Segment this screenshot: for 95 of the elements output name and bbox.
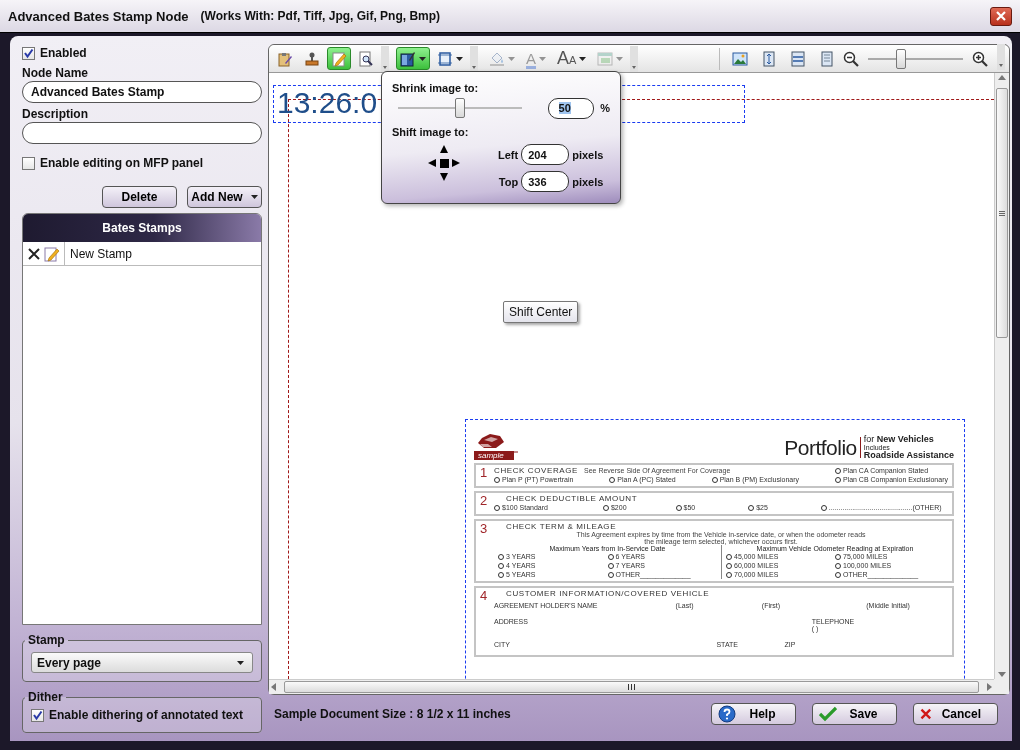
- toolbar-grip-icon[interactable]: [381, 45, 389, 72]
- offset-field[interactable]: 336: [521, 171, 570, 192]
- clipboard-icon: [277, 50, 293, 67]
- popup-label: Shift image to:: [392, 126, 470, 138]
- fit-page-icon[interactable]: [761, 50, 777, 67]
- caret-icon: [237, 660, 244, 665]
- group-legend: Stamp: [25, 633, 68, 647]
- slider-thumb[interactable]: [896, 48, 907, 69]
- slider-thumb[interactable]: [454, 98, 465, 118]
- arrow-left-icon[interactable]: [427, 158, 437, 168]
- node-name-field[interactable]: Advanced Bates Stamp: [22, 81, 262, 103]
- field-label: Top: [498, 175, 519, 188]
- scroll-right-icon[interactable]: [987, 683, 992, 691]
- arrow-down-icon[interactable]: [439, 172, 449, 182]
- field-label: Description: [22, 107, 89, 121]
- page-icon[interactable]: [819, 50, 835, 67]
- logo-text: sample: [474, 451, 514, 460]
- section-number: 1: [480, 466, 489, 482]
- checkbox[interactable]: [31, 708, 44, 722]
- window-subtitle: (Works With: Pdf, Tiff, Jpg, Gif, Png, Bmp): [200, 9, 441, 23]
- arrow-right-icon[interactable]: [451, 158, 461, 168]
- unit-label: %: [600, 102, 610, 114]
- page-magnifier-icon: [358, 50, 374, 67]
- window-title: Advanced Bates Stamp Node: [8, 8, 189, 24]
- shrink-slider[interactable]: [398, 98, 522, 118]
- toolbar-grip-icon[interactable]: [997, 44, 1005, 70]
- landscape-image-icon[interactable]: [732, 50, 748, 67]
- scroll-thumb[interactable]: [996, 88, 1008, 338]
- section-heading: CUSTOMER INFORMATION/COVERED VEHICLE: [506, 589, 710, 598]
- document-title: Portfolio: [784, 437, 861, 458]
- tagline: Roadside Assistance: [863, 451, 954, 460]
- fit-width-icon[interactable]: [790, 50, 806, 67]
- field-label: Node Name: [22, 66, 90, 80]
- tagline: New Vehicles: [876, 434, 934, 444]
- offset-field[interactable]: 204: [521, 144, 570, 165]
- scroll-down-icon[interactable]: [998, 672, 1006, 677]
- toolbar-grip-icon[interactable]: [630, 45, 639, 72]
- pencil-icon: [331, 50, 347, 67]
- unit-label: pixels: [572, 148, 604, 161]
- field-label: Left: [498, 148, 519, 161]
- brush-image-icon: [400, 50, 416, 67]
- frame-icon: [437, 50, 453, 67]
- vertical-scrollbar[interactable]: [994, 73, 1009, 679]
- stamp-text: 13:26:0: [277, 86, 378, 120]
- close-icon: [920, 706, 932, 722]
- tagline: for: [863, 434, 875, 444]
- section-number: 2: [480, 494, 489, 510]
- arrow-up-icon[interactable]: [439, 144, 449, 154]
- center-square-icon[interactable]: [439, 158, 449, 168]
- checkbox[interactable]: [22, 156, 35, 170]
- caret-icon: [250, 195, 258, 199]
- section-number: 4: [480, 589, 489, 605]
- stamp-icon: [304, 50, 320, 67]
- scroll-left-icon[interactable]: [271, 683, 276, 691]
- font-size-icon: AA: [557, 48, 577, 69]
- delete-button[interactable]: Delete: [102, 186, 177, 208]
- shrink-field[interactable]: 50: [547, 97, 595, 119]
- cancel-button[interactable]: Cancel: [913, 703, 998, 725]
- zoom-in-icon[interactable]: [972, 50, 988, 67]
- unit-label: pixels: [572, 175, 604, 188]
- zoom-slider[interactable]: [868, 48, 963, 69]
- text-color-icon: A: [526, 50, 536, 67]
- zoom-out-icon[interactable]: [843, 50, 859, 67]
- delete-icon[interactable]: [27, 246, 41, 261]
- stamp-dropdown[interactable]: Every page: [31, 652, 253, 673]
- close-button[interactable]: [990, 6, 1012, 26]
- horizontal-scrollbar[interactable]: [269, 679, 994, 694]
- section-heading: CHECK COVERAGE: [494, 466, 578, 475]
- help-button[interactable]: Help: [711, 703, 796, 725]
- check-icon: [819, 706, 837, 722]
- paint-bucket-icon: [489, 50, 505, 67]
- tooltip: Shift Center: [503, 301, 579, 323]
- scroll-thumb[interactable]: [284, 681, 979, 693]
- popup-label: Shrink image to:: [392, 82, 480, 94]
- list-header: Bates Stamps: [23, 214, 261, 242]
- close-icon: [996, 11, 1006, 21]
- list-item[interactable]: New Stamp: [65, 246, 133, 261]
- layout-icon: [597, 50, 614, 67]
- add-new-dropdown[interactable]: Add New: [187, 186, 262, 208]
- save-button[interactable]: Save: [812, 703, 897, 725]
- section-heading: CHECK DEDUCTIBLE AMOUNT: [506, 494, 638, 503]
- toolbar-button[interactable]: AA: [553, 47, 591, 70]
- checkbox-label: Enable editing on MFP panel: [40, 156, 204, 170]
- scroll-up-icon[interactable]: [998, 75, 1006, 80]
- section-number: 3: [480, 522, 489, 538]
- help-icon: [718, 705, 736, 723]
- document-size-text: Sample Document Size : 8 1/2 x 11 inches: [274, 707, 511, 721]
- toolbar-button[interactable]: [396, 47, 430, 70]
- section-heading: CHECK TERM & MILEAGE: [506, 522, 617, 531]
- group-legend: Dither: [25, 690, 66, 704]
- description-field[interactable]: [22, 122, 262, 144]
- checkbox-label: Enable dithering of annotated text: [49, 708, 243, 722]
- checkbox-label: Enabled: [40, 46, 87, 60]
- checkbox[interactable]: [22, 46, 35, 60]
- toolbar-grip-icon[interactable]: [470, 45, 478, 72]
